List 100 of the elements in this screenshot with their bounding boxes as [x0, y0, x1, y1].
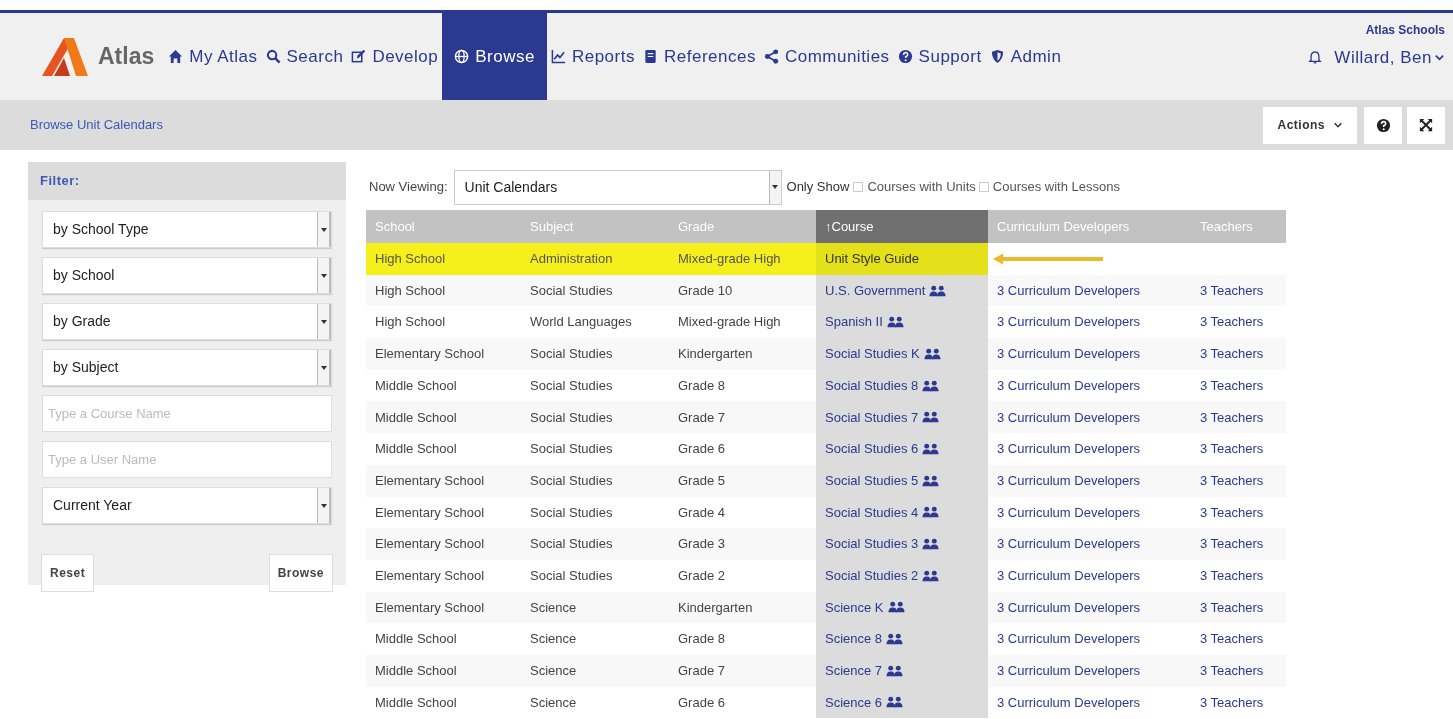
table-cell-text: Grade 7: [677, 662, 726, 681]
table-cell-text: Elementary School: [374, 471, 486, 490]
filter-dropdown[interactable]: by Grade: [42, 303, 332, 340]
teachers-link[interactable]: 3 Teachers: [1200, 692, 1264, 713]
teachers-link[interactable]: 3 Teachers: [1200, 597, 1264, 618]
table-cell-text: Science: [529, 598, 578, 617]
filter-text-field[interactable]: Type a Course Name: [42, 395, 332, 432]
table-cell-text: High School: [374, 313, 447, 332]
table-cell-text: Grade 6: [677, 440, 726, 459]
table-cell-text: Social Studies: [529, 408, 614, 427]
nav-tab[interactable]: Reports: [546, 13, 639, 100]
filter-dropdown[interactable]: by School: [42, 257, 332, 294]
share-icon: [763, 49, 779, 64]
teachers-link[interactable]: 3 Teachers: [1200, 470, 1264, 491]
table-cell: Mixed-grade High: [669, 243, 816, 275]
table-cell-text: Mixed-grade High: [677, 313, 782, 332]
teachers-link[interactable]: 3 Teachers: [1200, 439, 1264, 459]
table-cell-text: Science: [529, 630, 578, 649]
table-cell-text: Grade 2: [677, 566, 726, 585]
teachers-link[interactable]: 3 Teachers: [1200, 280, 1264, 301]
developers-link[interactable]: 3 Curriculum Developers: [997, 470, 1141, 491]
shield-icon: [989, 49, 1005, 64]
nav-tab[interactable]: Admin: [985, 13, 1066, 100]
column-header[interactable]: ↑Course: [816, 210, 988, 243]
table-cell-text: Grade 6: [677, 693, 726, 712]
teachers-link[interactable]: 3 Teachers: [1200, 312, 1264, 332]
developers-link[interactable]: 3 Curriculum Developers: [997, 692, 1141, 713]
reset-button[interactable]: Reset: [41, 554, 95, 592]
users-icon: [922, 379, 940, 392]
chevron-down-icon: [1333, 120, 1343, 130]
nav-tab[interactable]: My Atlas: [164, 13, 262, 100]
table-cell-text: Social Studies: [529, 535, 614, 554]
developers-link[interactable]: 3 Curriculum Developers: [997, 439, 1141, 459]
table-cell-text: Middle School: [374, 693, 458, 712]
now-viewing-label: Now Viewing:: [369, 178, 448, 197]
teachers-link[interactable]: 3 Teachers: [1200, 502, 1264, 523]
users-icon: [922, 411, 940, 424]
table-cell: Administration: [521, 243, 669, 275]
actions-button[interactable]: Actions: [1263, 106, 1357, 144]
filter-title: Filter:: [40, 172, 80, 191]
home-icon: [168, 49, 184, 64]
developers-link[interactable]: 3 Curriculum Developers: [997, 344, 1141, 364]
users-icon: [922, 569, 940, 582]
filter-checkbox[interactable]: Courses with Units: [853, 177, 976, 197]
table-cell-text: Middle School: [374, 408, 458, 427]
developers-link[interactable]: 3 Curriculum Developers: [997, 629, 1141, 649]
teachers-link[interactable]: 3 Teachers: [1200, 375, 1264, 396]
table-cell-text: Kindergarten: [677, 345, 754, 364]
fullscreen-button[interactable]: [1407, 106, 1445, 144]
edit-icon: [351, 49, 367, 64]
developers-link[interactable]: 3 Curriculum Developers: [997, 312, 1141, 332]
table-cell-text: Science: [529, 662, 578, 681]
users-icon: [886, 316, 904, 329]
breadcrumb-link[interactable]: Browse Unit Calendars: [30, 115, 163, 135]
developers-link[interactable]: 3 Curriculum Developers: [997, 565, 1141, 586]
teachers-link[interactable]: 3 Teachers: [1200, 344, 1264, 364]
teachers-link[interactable]: 3 Teachers: [1200, 534, 1264, 554]
nav-tab[interactable]: Develop: [347, 13, 443, 100]
caret-down-icon: [320, 273, 327, 278]
filter-dropdown[interactable]: by Subject: [42, 349, 332, 386]
table-cell-text: Elementary School: [374, 503, 486, 522]
developers-link[interactable]: 3 Curriculum Developers: [997, 280, 1141, 301]
users-icon: [922, 442, 940, 455]
user-menu[interactable]: Willard, Ben: [1334, 45, 1445, 71]
table-cell-text: Social Studies: [529, 566, 614, 585]
table-cell-text: Grade 3: [677, 535, 726, 554]
developers-link[interactable]: 3 Curriculum Developers: [997, 407, 1141, 428]
filter-text-field[interactable]: Type a User Name: [42, 441, 332, 478]
table-cell-text: Grade 8: [677, 630, 726, 649]
nav-tab[interactable]: Communities: [759, 13, 894, 100]
help-button[interactable]: [1364, 106, 1402, 144]
book-icon: [642, 49, 658, 64]
developers-link[interactable]: 3 Curriculum Developers: [997, 534, 1141, 554]
teachers-link[interactable]: 3 Teachers: [1200, 565, 1264, 586]
users-icon: [886, 633, 904, 646]
filter-dropdown[interactable]: Current Year: [42, 487, 332, 524]
filter-dropdown[interactable]: by School Type: [42, 211, 332, 248]
teachers-link[interactable]: 3 Teachers: [1200, 629, 1264, 649]
browse-button[interactable]: Browse: [268, 554, 333, 592]
teachers-link[interactable]: 3 Teachers: [1200, 661, 1264, 681]
arrow-icon: [993, 252, 1103, 265]
developers-link[interactable]: 3 Curriculum Developers: [997, 661, 1141, 681]
nav-tab[interactable]: Search: [261, 13, 348, 100]
help-icon: [897, 49, 913, 64]
globe-icon: [454, 49, 470, 64]
filter-checkbox[interactable]: Courses with Lessons: [978, 177, 1120, 197]
developers-link[interactable]: 3 Curriculum Developers: [997, 597, 1141, 618]
nav-tab[interactable]: Browse: [442, 13, 547, 100]
nav-tab[interactable]: References: [638, 13, 760, 100]
table-cell-text: High School: [374, 281, 447, 300]
teachers-link[interactable]: 3 Teachers: [1200, 407, 1264, 428]
table-cell-text: Kindergarten: [677, 598, 754, 617]
nav-tab[interactable]: Support: [893, 13, 986, 100]
view-dropdown[interactable]: Unit Calendars: [453, 169, 782, 205]
search-icon: [265, 49, 281, 64]
table-cell-text: Social Studies: [529, 503, 614, 522]
developers-link[interactable]: 3 Curriculum Developers: [997, 375, 1141, 396]
developers-link[interactable]: 3 Curriculum Developers: [997, 502, 1141, 523]
help-icon: [1375, 117, 1391, 133]
table-cell-text: Grade 5: [677, 471, 726, 490]
